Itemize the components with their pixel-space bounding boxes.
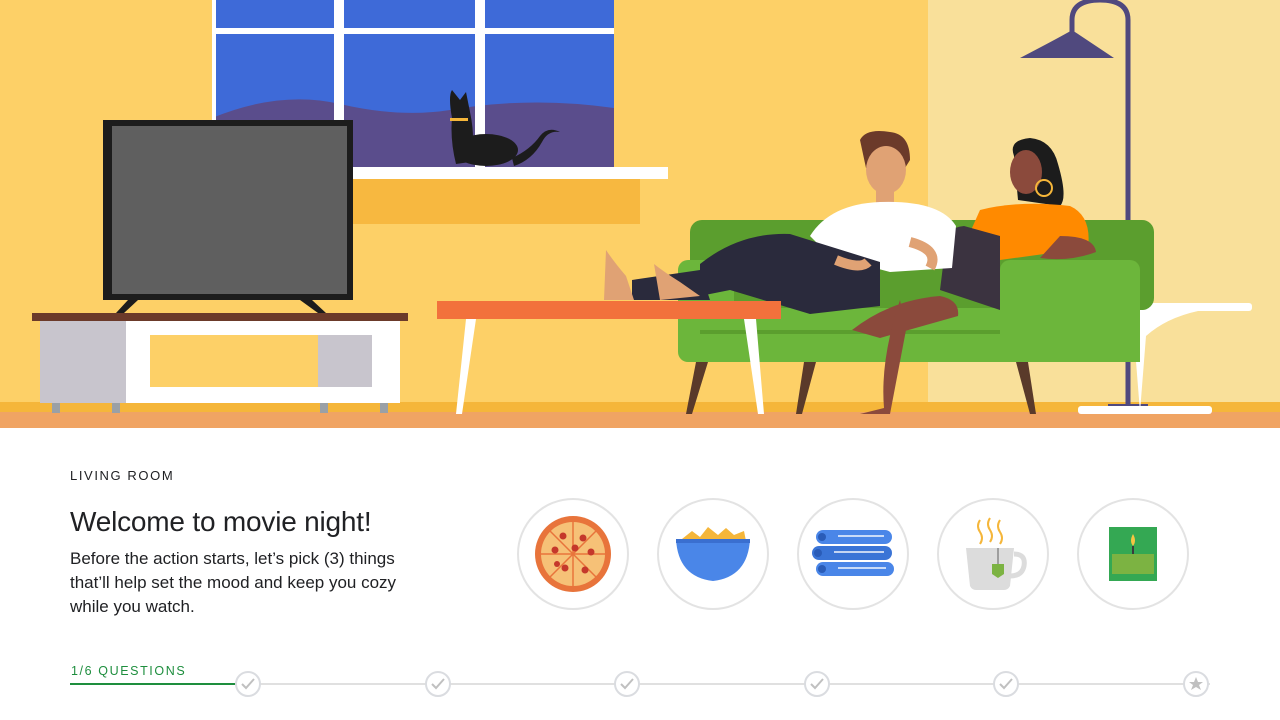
progress-tracker: 1/6 QUESTIONS xyxy=(70,654,1210,714)
progress-step-5 xyxy=(993,671,1019,697)
page-title: Welcome to movie night! xyxy=(70,506,372,537)
question-description: Before the action starts, let’s pick (3)… xyxy=(70,549,397,616)
progress-step-6 xyxy=(1183,671,1209,697)
section-label: LIVING ROOM xyxy=(70,468,175,483)
blanket-icon xyxy=(812,530,894,576)
chips-bowl-icon xyxy=(676,527,750,581)
choice-tea[interactable] xyxy=(937,498,1049,610)
progress-step-1 xyxy=(235,671,261,697)
television xyxy=(103,120,353,313)
question-panel: LIVING ROOM Welcome to movie night! Befo… xyxy=(0,428,1280,720)
pizza-icon xyxy=(535,516,611,592)
living-room-illustration xyxy=(0,0,1280,428)
candle-icon xyxy=(1109,527,1157,581)
progress-step-4 xyxy=(804,671,830,697)
progress-step-3 xyxy=(614,671,640,697)
floor xyxy=(0,412,1280,428)
choice-pizza[interactable] xyxy=(517,498,629,610)
progress-step-2 xyxy=(425,671,451,697)
choice-candle[interactable] xyxy=(1077,498,1189,610)
window-sill xyxy=(352,167,668,179)
choice-list xyxy=(517,498,1189,614)
tv-stand xyxy=(32,313,408,413)
choice-chips[interactable] xyxy=(657,498,769,610)
tea-mug-icon xyxy=(966,517,1027,590)
choice-blanket[interactable] xyxy=(797,498,909,610)
